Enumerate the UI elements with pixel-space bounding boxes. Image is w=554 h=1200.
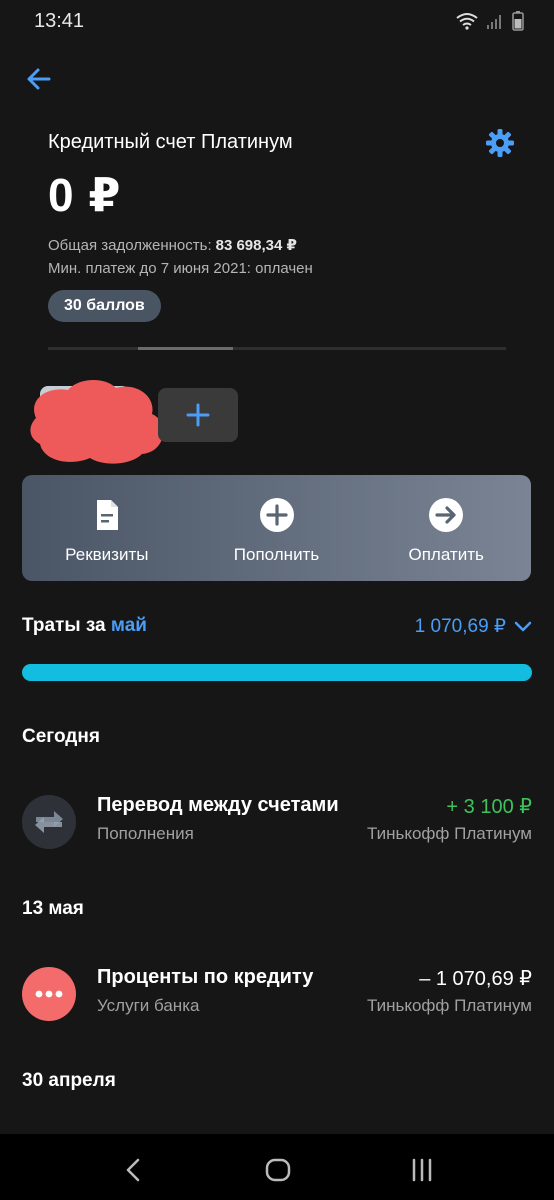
chevron-down-icon <box>514 621 532 631</box>
transaction-account: Тинькофф Платинум <box>366 996 532 1015</box>
spending-amount-toggle[interactable]: 1 070,69 ₽ <box>415 615 532 638</box>
nav-home-icon[interactable] <box>264 1156 292 1184</box>
back-arrow-icon[interactable] <box>24 64 54 94</box>
document-icon <box>96 500 118 530</box>
section-date-april-30: 30 апреля <box>22 1070 116 1091</box>
spending-amount: 1 070,69 ₽ <box>414 616 506 637</box>
spending-month-link[interactable]: май <box>111 615 147 636</box>
wifi-icon <box>456 13 478 30</box>
pager-track <box>48 347 506 350</box>
account-balance: 0 ₽ <box>48 169 122 221</box>
transaction-category: Пополнения <box>97 824 194 843</box>
top-up-button[interactable]: Пополнить <box>192 475 362 581</box>
spending-title: Траты за май <box>22 615 147 637</box>
battery-icon <box>512 11 524 31</box>
account-title: Кредитный счет Платинум <box>48 131 293 153</box>
section-date-may-13: 13 мая <box>22 898 84 919</box>
transaction-avatar <box>22 795 76 849</box>
total-debt: Общая задолженность: 83 698,34 ₽ <box>48 236 297 254</box>
redaction-mark <box>30 379 164 464</box>
system-nav-bar <box>0 1134 554 1200</box>
transfer-icon <box>35 811 63 833</box>
pay-button[interactable]: Оплатить <box>361 475 531 581</box>
top-up-label: Пополнить <box>233 545 320 564</box>
transaction-amount: – 1 070,69 ₽ <box>419 968 532 990</box>
plus-circle-icon <box>259 498 294 532</box>
transaction-avatar <box>22 967 76 1021</box>
spending-title-text: Траты за <box>22 615 106 636</box>
transaction-name: Проценты по кредиту <box>97 966 314 988</box>
nav-recents-icon[interactable] <box>408 1156 436 1184</box>
arrow-right-circle-icon <box>429 498 464 532</box>
points-badge[interactable]: 30 баллов <box>48 290 161 322</box>
nav-back-icon[interactable] <box>120 1156 148 1184</box>
transaction-row[interactable]: Перевод между счетами Пополнения + 3 100… <box>0 788 554 858</box>
quick-actions-panel: Реквизиты Пополнить Оплатить <box>22 475 531 581</box>
pay-label: Оплатить <box>408 545 484 564</box>
gear-icon[interactable] <box>484 127 516 159</box>
add-card-button[interactable] <box>158 388 238 442</box>
status-bar: 13:41 <box>0 0 554 40</box>
status-time: 13:41 <box>34 10 85 32</box>
plus-icon <box>186 403 210 427</box>
status-icons <box>456 11 524 31</box>
total-debt-label: Общая задолженность: <box>48 237 212 254</box>
transaction-amount: + 3 100 ₽ <box>446 796 532 818</box>
details-label: Реквизиты <box>65 545 149 564</box>
dots-icon <box>35 990 63 998</box>
pager-thumb <box>138 347 233 350</box>
min-payment-status: Мин. платеж до 7 июня 2021: оплачен <box>48 260 313 277</box>
transaction-name: Перевод между счетами <box>97 794 339 816</box>
transaction-category: Услуги банка <box>97 996 200 1015</box>
transaction-row[interactable]: Проценты по кредиту Услуги банка – 1 070… <box>0 960 554 1030</box>
signal-icon <box>487 15 501 29</box>
section-date-today: Сегодня <box>22 726 100 747</box>
details-button[interactable]: Реквизиты <box>22 475 192 581</box>
total-debt-value: 83 698,34 ₽ <box>215 237 297 254</box>
transaction-account: Тинькофф Платинум <box>366 824 532 843</box>
spending-progress-bar <box>22 664 532 681</box>
